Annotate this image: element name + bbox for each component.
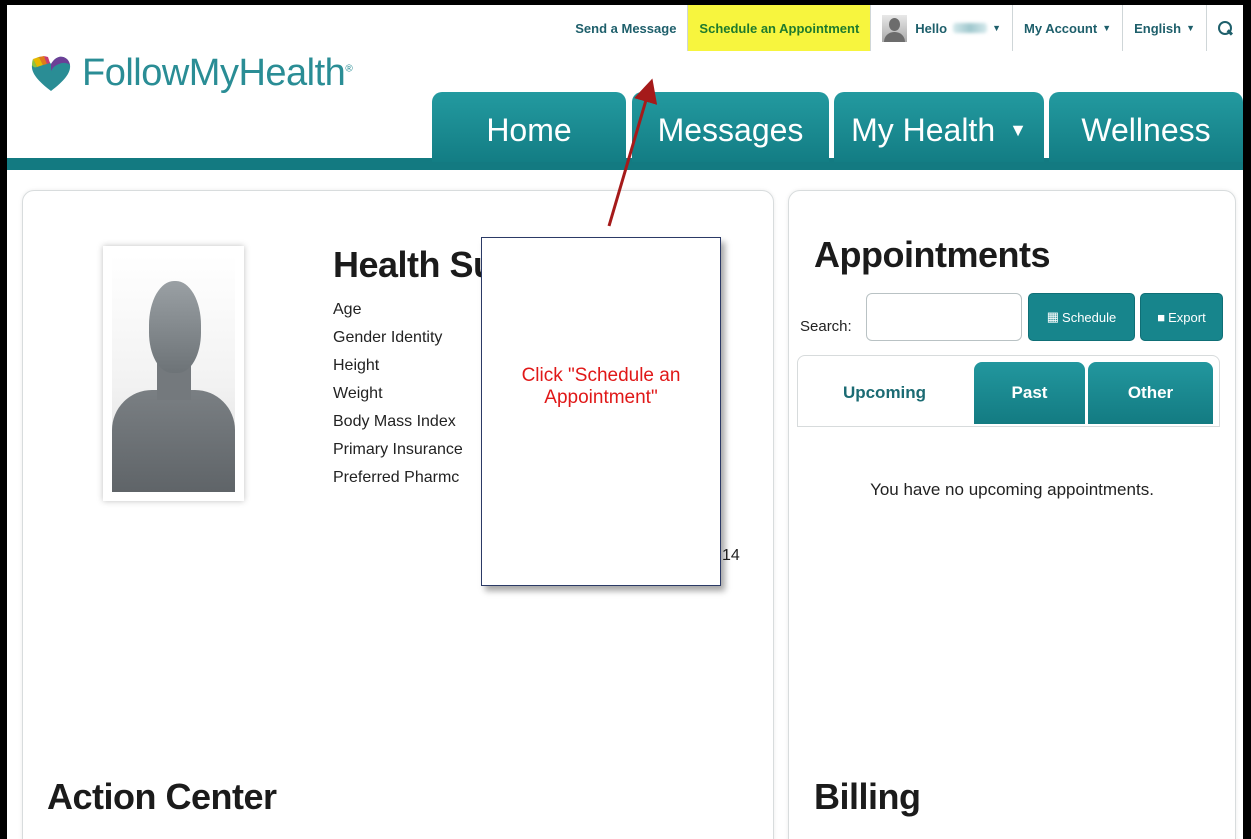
export-button-label: Export: [1168, 309, 1206, 325]
search-label: Search:: [800, 318, 852, 335]
language-menu[interactable]: English ▼: [1122, 5, 1206, 51]
summary-row-gender: Gender Identity: [333, 329, 443, 346]
user-avatar-icon: [882, 14, 908, 42]
schedule-button[interactable]: ▦ Schedule: [1028, 293, 1135, 341]
health-summary-title: Health Su: [333, 244, 495, 285]
tab-upcoming[interactable]: Upcoming: [798, 362, 971, 424]
brand-name: FollowMyHealth®: [82, 52, 353, 94]
hello-label: Hello: [915, 20, 948, 36]
chevron-down-icon: ▼: [1102, 23, 1112, 33]
right-panel: [788, 190, 1236, 839]
tab-other[interactable]: Other: [1088, 362, 1213, 424]
chevron-down-icon: ▼: [1009, 119, 1027, 140]
appointments-search-input[interactable]: [866, 293, 1022, 341]
health-summary-list: Age Gender Identity Height Weight Body M…: [333, 296, 463, 492]
tab-messages-label: Messages: [657, 111, 804, 148]
save-icon: ■: [1157, 309, 1166, 325]
heart-logo-icon: [31, 55, 71, 91]
appointments-title: Appointments: [814, 234, 1050, 275]
tab-my-health-label: My Health: [851, 111, 996, 148]
profile-photo[interactable]: [103, 246, 244, 501]
action-center-title: Action Center: [47, 776, 277, 817]
summary-row-height: Height: [333, 357, 380, 374]
pharmacy-value: 14: [722, 547, 740, 564]
tab-my-health[interactable]: My Health ▼: [834, 92, 1044, 162]
send-message-link[interactable]: Send a Message: [564, 5, 687, 51]
my-account-label: My Account: [1024, 20, 1098, 36]
summary-row-bmi: Body Mass Index: [333, 413, 456, 430]
instruction-callout: Click "Schedule an Appointment": [481, 237, 721, 586]
schedule-appointment-link[interactable]: Schedule an Appointment: [687, 5, 871, 51]
language-label: English: [1134, 20, 1182, 36]
billing-title: Billing: [814, 776, 921, 817]
brand-logo[interactable]: FollowMyHealth®: [30, 52, 353, 95]
chevron-down-icon: ▼: [992, 23, 1001, 33]
default-person-icon: [112, 255, 235, 492]
schedule-button-label: Schedule: [1062, 309, 1117, 325]
summary-row-age: Age: [333, 301, 362, 318]
utility-bar: Send a Message Schedule an Appointment H…: [564, 5, 1243, 51]
tab-home-label: Home: [486, 111, 572, 148]
search-icon: [1218, 21, 1232, 35]
export-button[interactable]: ■ Export: [1140, 293, 1223, 341]
tab-home[interactable]: Home: [432, 92, 626, 162]
callout-text: Click "Schedule an Appointment": [521, 364, 681, 408]
tab-past[interactable]: Past: [974, 362, 1085, 424]
my-account-menu[interactable]: My Account ▼: [1012, 5, 1122, 51]
empty-appointments-message: You have no upcoming appointments.: [870, 480, 1154, 499]
tab-wellness[interactable]: Wellness: [1049, 92, 1243, 162]
tab-wellness-label: Wellness: [1081, 111, 1211, 148]
user-menu[interactable]: Hello ▼: [870, 5, 1012, 51]
search-button[interactable]: [1206, 5, 1243, 51]
redacted-username: [953, 23, 988, 33]
calendar-icon: ▦: [1046, 309, 1060, 324]
summary-row-weight: Weight: [333, 385, 383, 402]
summary-row-insurance: Primary Insurance: [333, 441, 463, 458]
tab-messages[interactable]: Messages: [632, 92, 829, 162]
summary-row-pharmacy: Preferred Pharmc: [333, 469, 460, 486]
chevron-down-icon: ▼: [1186, 23, 1195, 33]
